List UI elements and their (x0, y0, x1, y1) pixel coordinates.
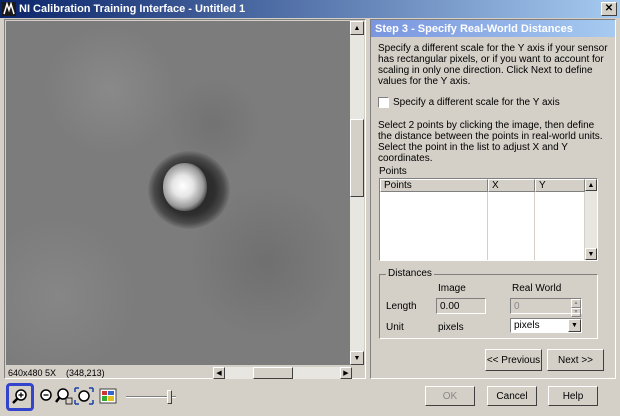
zoom-out-tool[interactable] (36, 386, 56, 406)
help-button[interactable]: Help (548, 386, 598, 406)
length-spinner: ▲ ▼ (571, 299, 581, 317)
length-real-world-input: 0 ▲ ▼ (510, 298, 582, 317)
points-table[interactable]: Points X Y ▲ ▼ (379, 178, 598, 261)
window-title: NI Calibration Training Interface - Unti… (19, 3, 246, 15)
window-close-button[interactable]: ✕ (601, 2, 617, 16)
real-world-column-label: Real World (512, 283, 562, 294)
different-scale-checkbox[interactable] (378, 97, 389, 108)
unit-select[interactable]: pixels ▼ (510, 318, 582, 333)
scroll-right-icon[interactable]: ▶ (340, 367, 352, 379)
image-icon (99, 388, 117, 404)
scroll-up-icon[interactable]: ▲ (350, 21, 364, 35)
app-logo-icon (2, 1, 16, 16)
points-table-scrollbar[interactable]: ▲ ▼ (585, 179, 597, 260)
instructions-text: Select 2 points by clicking the image, t… (378, 120, 603, 164)
column-header-y[interactable]: Y (535, 179, 585, 192)
image-size-zoom: 640x480 5X (8, 367, 57, 378)
zoom-slider-knob[interactable] (167, 390, 172, 404)
length-label: Length (386, 301, 417, 312)
zoom-fit-icon (74, 387, 94, 405)
points-table-header: Points X Y (380, 179, 597, 192)
image-viewer: ▲ ▼ 640x480 5X (348,213) ◀ ▶ (4, 19, 366, 379)
column-header-x[interactable]: X (488, 179, 535, 192)
vertical-scroll-thumb[interactable] (350, 119, 364, 197)
length-image-value: 0.00 (436, 298, 486, 314)
zoom-out-icon (40, 389, 52, 401)
viewer-vertical-scrollbar[interactable]: ▲ ▼ (350, 21, 364, 365)
different-scale-checkbox-label[interactable]: Specify a different scale for the Y axis (393, 97, 560, 108)
distances-group: Distances Image Real World Length 0.00 0… (379, 268, 598, 339)
zoom-in-tool[interactable] (6, 383, 34, 411)
ok-button[interactable]: OK (425, 386, 475, 406)
cancel-button[interactable]: Cancel (487, 386, 537, 406)
scroll-up-icon[interactable]: ▲ (585, 179, 597, 191)
scroll-down-icon[interactable]: ▼ (585, 248, 597, 260)
step-title: Step 3 - Specify Real-World Distances (371, 20, 615, 37)
previous-button[interactable]: << Previous (485, 349, 542, 371)
spin-down-icon: ▼ (571, 308, 581, 317)
column-header-points[interactable]: Points (380, 179, 488, 192)
zoom-actual-size-tool[interactable] (54, 386, 74, 406)
image-column-label: Image (438, 283, 466, 294)
scroll-down-icon[interactable]: ▼ (350, 351, 364, 365)
wizard-panel: Step 3 - Specify Real-World Distances Sp… (370, 19, 616, 379)
intro-text: Specify a different scale for the Y axis… (378, 43, 608, 87)
points-label: Points (379, 166, 407, 177)
unit-image-value: pixels (438, 322, 464, 333)
y-column-body (535, 192, 585, 260)
unit-select-value[interactable]: pixels (514, 320, 540, 331)
cursor-coordinates: (348,213) (66, 367, 105, 378)
horizontal-scroll-thumb[interactable] (253, 367, 293, 379)
chevron-down-icon[interactable]: ▼ (568, 319, 581, 332)
next-button[interactable]: Next >> (547, 349, 604, 371)
length-real-world-value: 0 (514, 300, 520, 312)
zoom-in-icon (12, 389, 27, 404)
zoom-fit-tool[interactable] (74, 386, 94, 406)
calibration-dot-center (163, 163, 207, 211)
points-column-body (380, 192, 488, 260)
points-table-body[interactable] (380, 192, 585, 260)
unit-label: Unit (386, 322, 404, 333)
zoom-slider[interactable] (126, 388, 176, 406)
spin-up-icon: ▲ (571, 299, 581, 308)
distances-label: Distances (386, 268, 434, 279)
image-display[interactable] (6, 21, 352, 365)
viewer-horizontal-scrollbar[interactable]: ◀ ▶ (213, 367, 352, 379)
scroll-left-icon[interactable]: ◀ (213, 367, 225, 379)
title-bar: NI Calibration Training Interface - Unti… (0, 0, 620, 18)
zoom-1-1-icon (55, 388, 73, 405)
different-scale-checkbox-row[interactable]: Specify a different scale for the Y axis (378, 97, 560, 108)
image-view-tool[interactable] (98, 386, 118, 406)
x-column-body (488, 192, 535, 260)
